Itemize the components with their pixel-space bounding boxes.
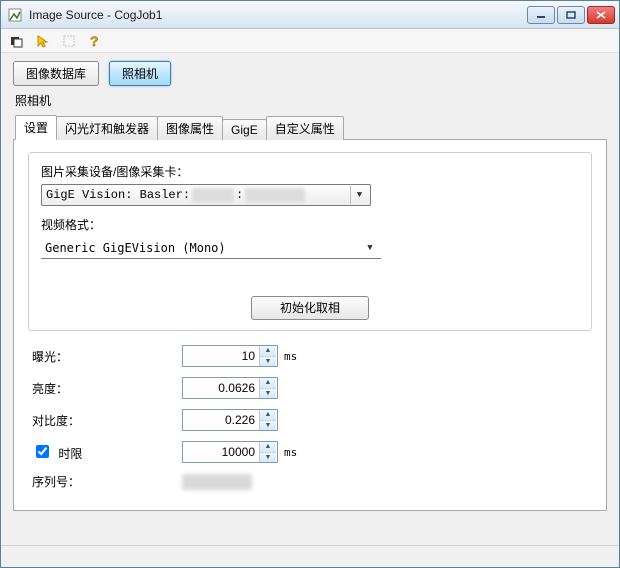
exposure-row: 曝光： ▲▼ ms	[28, 345, 592, 367]
initialize-acquisition-button[interactable]: 初始化取相	[251, 296, 369, 320]
timeout-row: 时限 ▲▼ ms	[28, 441, 592, 463]
window-title: Image Source - CogJob1	[29, 8, 527, 22]
brightness-label: 亮度：	[32, 380, 182, 397]
tab-gige[interactable]: GigE	[222, 119, 267, 140]
tab-custom-props[interactable]: 自定义属性	[266, 116, 344, 140]
serial-redacted	[182, 474, 252, 490]
video-format-label: 视频格式：	[41, 216, 579, 233]
brightness-input[interactable]	[183, 378, 259, 398]
spin-up-icon[interactable]: ▲	[260, 442, 276, 453]
source-button-row: 图像数据库 照相机	[1, 53, 619, 90]
spin-down-icon[interactable]: ▼	[260, 389, 276, 399]
device-redacted-1	[192, 188, 234, 202]
spin-up-icon[interactable]: ▲	[260, 410, 276, 421]
maximize-button[interactable]	[557, 6, 585, 24]
timeout-label: 时限	[58, 447, 82, 461]
acquisition-groupbox: 图片采集设备/图像采集卡： GigE Vision: Basler: : ▼ 视…	[28, 152, 592, 331]
help-icon[interactable]: ?	[87, 33, 103, 49]
exposure-input[interactable]	[183, 346, 259, 366]
exposure-label: 曝光：	[32, 348, 182, 365]
spin-down-icon[interactable]: ▼	[260, 421, 276, 431]
window-frame: Image Source - CogJob1 ? 图像数据库 照相机 照相机 设…	[0, 0, 620, 568]
chevron-down-icon[interactable]: ▼	[361, 238, 379, 257]
contrast-spinner[interactable]: ▲▼	[182, 409, 278, 431]
toolbar: ?	[1, 29, 619, 53]
section-label: 照相机	[1, 90, 619, 115]
close-button[interactable]	[587, 6, 615, 24]
device-value-prefix: GigE Vision: Basler:	[46, 188, 190, 202]
timeout-checkbox[interactable]	[36, 445, 49, 458]
video-format-value: Generic GigEVision (Mono)	[45, 241, 226, 255]
titlebar: Image Source - CogJob1	[1, 1, 619, 29]
spin-up-icon[interactable]: ▲	[260, 346, 276, 357]
exposure-unit: ms	[284, 350, 297, 363]
statusbar	[1, 545, 619, 567]
app-icon	[7, 7, 23, 23]
brightness-spinner[interactable]: ▲▼	[182, 377, 278, 399]
tab-settings[interactable]: 设置	[15, 115, 57, 140]
chevron-down-icon[interactable]: ▼	[350, 186, 368, 204]
contrast-label: 对比度：	[32, 412, 182, 429]
video-format-combo[interactable]: Generic GigEVision (Mono) ▼	[41, 237, 381, 259]
tab-strobe-trigger[interactable]: 闪光灯和触发器	[56, 116, 158, 140]
camera-button[interactable]: 照相机	[109, 61, 171, 86]
serial-row: 序列号：	[28, 473, 592, 490]
svg-text:?: ?	[90, 34, 99, 48]
device-combo[interactable]: GigE Vision: Basler: : ▼	[41, 184, 371, 206]
spin-down-icon[interactable]: ▼	[260, 357, 276, 367]
brightness-row: 亮度： ▲▼	[28, 377, 592, 399]
device-redacted-2	[245, 188, 305, 202]
pointer-icon[interactable]	[35, 33, 51, 49]
serial-label: 序列号：	[32, 473, 182, 490]
tab-image-props[interactable]: 图像属性	[157, 116, 223, 140]
image-database-button[interactable]: 图像数据库	[13, 61, 99, 86]
exposure-spinner[interactable]: ▲▼	[182, 345, 278, 367]
database-icon[interactable]	[9, 33, 25, 49]
timeout-unit: ms	[284, 446, 297, 459]
timeout-spinner[interactable]: ▲▼	[182, 441, 278, 463]
device-label: 图片采集设备/图像采集卡：	[41, 163, 579, 180]
timeout-input[interactable]	[183, 442, 259, 462]
contrast-row: 对比度： ▲▼	[28, 409, 592, 431]
snap-icon	[61, 33, 77, 49]
settings-panel: 图片采集设备/图像采集卡： GigE Vision: Basler: : ▼ 视…	[13, 139, 607, 511]
spin-down-icon[interactable]: ▼	[260, 453, 276, 463]
contrast-input[interactable]	[183, 410, 259, 430]
window-controls	[527, 6, 615, 24]
timeout-label-wrap: 时限	[32, 442, 182, 462]
minimize-button[interactable]	[527, 6, 555, 24]
spin-up-icon[interactable]: ▲	[260, 378, 276, 389]
tabstrip: 设置 闪光灯和触发器 图像属性 GigE 自定义属性	[1, 115, 619, 140]
